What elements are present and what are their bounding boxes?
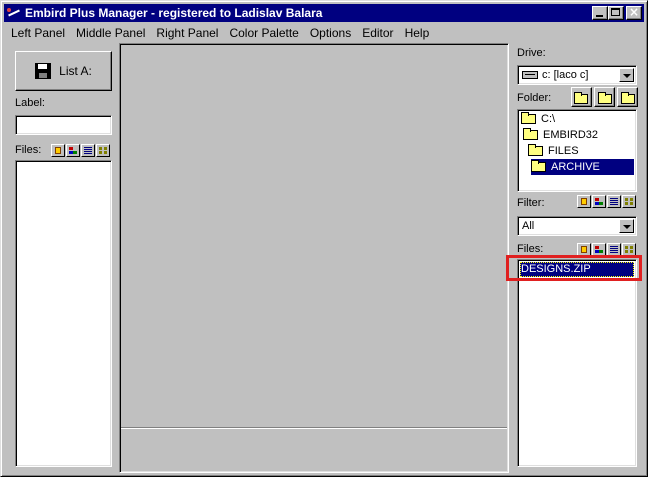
- large-icons-view-icon[interactable]: [577, 195, 591, 208]
- close-button[interactable]: ×: [626, 6, 642, 20]
- hard-drive-icon: [522, 71, 538, 79]
- list-a-button-label: List A:: [59, 64, 92, 78]
- open-folder-icon: [521, 112, 536, 124]
- minimize-button[interactable]: [592, 6, 608, 20]
- folder-item[interactable]: C:\: [521, 111, 555, 127]
- drive-caption: Drive:: [517, 47, 546, 59]
- right-files-caption: Files:: [517, 243, 544, 255]
- title-bar[interactable]: Embird Plus Manager - registered to Ladi…: [4, 4, 644, 22]
- menu-right-panel[interactable]: Right Panel: [149, 26, 222, 40]
- filter-select[interactable]: All: [517, 216, 637, 236]
- embird-app-icon[interactable]: [6, 6, 22, 20]
- filter-caption: Filter:: [517, 197, 545, 209]
- details-view-icon[interactable]: [622, 195, 636, 208]
- details-view-icon[interactable]: [96, 144, 110, 157]
- menu-editor[interactable]: Editor: [355, 26, 397, 40]
- open-folder-icon: [528, 144, 543, 156]
- menu-color-palette[interactable]: Color Palette: [222, 26, 302, 40]
- menu-help[interactable]: Help: [398, 26, 434, 40]
- new-folder-button[interactable]: [571, 87, 592, 107]
- menu-options[interactable]: Options: [303, 26, 355, 40]
- left-files-list[interactable]: [15, 160, 112, 467]
- menu-left-panel[interactable]: Left Panel: [4, 26, 69, 40]
- middle-panel-divider: [121, 427, 507, 429]
- folder-up-icon: [621, 92, 635, 104]
- new-folder-icon: [574, 92, 588, 104]
- folder-tree[interactable]: C:\ EMBIRD32 FILES ARCHIVE: [517, 109, 637, 192]
- right-files-list[interactable]: DESIGNS.ZIP: [517, 259, 637, 467]
- window-title: Embird Plus Manager - registered to Ladi…: [25, 6, 323, 20]
- folder-caption: Folder:: [517, 92, 552, 104]
- open-folder-icon: [531, 160, 546, 172]
- maximize-button[interactable]: [608, 6, 624, 20]
- drive-select[interactable]: c: [laco c]: [517, 65, 637, 85]
- small-icons-view-icon[interactable]: [592, 195, 606, 208]
- highlight-box: [506, 255, 642, 281]
- folder-item[interactable]: EMBIRD32: [523, 127, 598, 143]
- small-icons-view-icon[interactable]: [66, 144, 80, 157]
- menu-middle-panel[interactable]: Middle Panel: [69, 26, 149, 40]
- close-icon: ×: [629, 5, 640, 19]
- folder-item-selected[interactable]: ARCHIVE: [531, 159, 634, 175]
- left-files-view-toolbar: [50, 144, 110, 157]
- filter-view-toolbar: [576, 195, 636, 208]
- large-icons-view-icon[interactable]: [51, 144, 65, 157]
- floppy-disk-icon: [35, 63, 52, 79]
- middle-panel[interactable]: [119, 43, 509, 473]
- list-view-icon[interactable]: [81, 144, 95, 157]
- filter-select-value: All: [522, 220, 535, 232]
- open-folder-button[interactable]: [594, 87, 615, 107]
- maximize-icon: [611, 8, 620, 16]
- parent-folder-button[interactable]: [617, 87, 638, 107]
- list-view-icon[interactable]: [607, 195, 621, 208]
- menu-bar: Left Panel Middle Panel Right Panel Colo…: [4, 23, 644, 42]
- label-caption: Label:: [15, 97, 45, 109]
- main-window: Embird Plus Manager - registered to Ladi…: [0, 0, 648, 477]
- minimize-icon: [596, 15, 603, 17]
- chevron-down-icon[interactable]: [619, 219, 634, 233]
- folder-item[interactable]: FILES: [528, 143, 579, 159]
- drive-select-value: c: [laco c]: [542, 69, 589, 81]
- list-a-button[interactable]: List A:: [15, 51, 112, 91]
- folder-icon: [598, 92, 612, 104]
- left-files-caption: Files:: [15, 144, 42, 156]
- open-folder-icon: [523, 128, 538, 140]
- chevron-down-icon[interactable]: [619, 68, 634, 82]
- label-input[interactable]: [15, 115, 112, 135]
